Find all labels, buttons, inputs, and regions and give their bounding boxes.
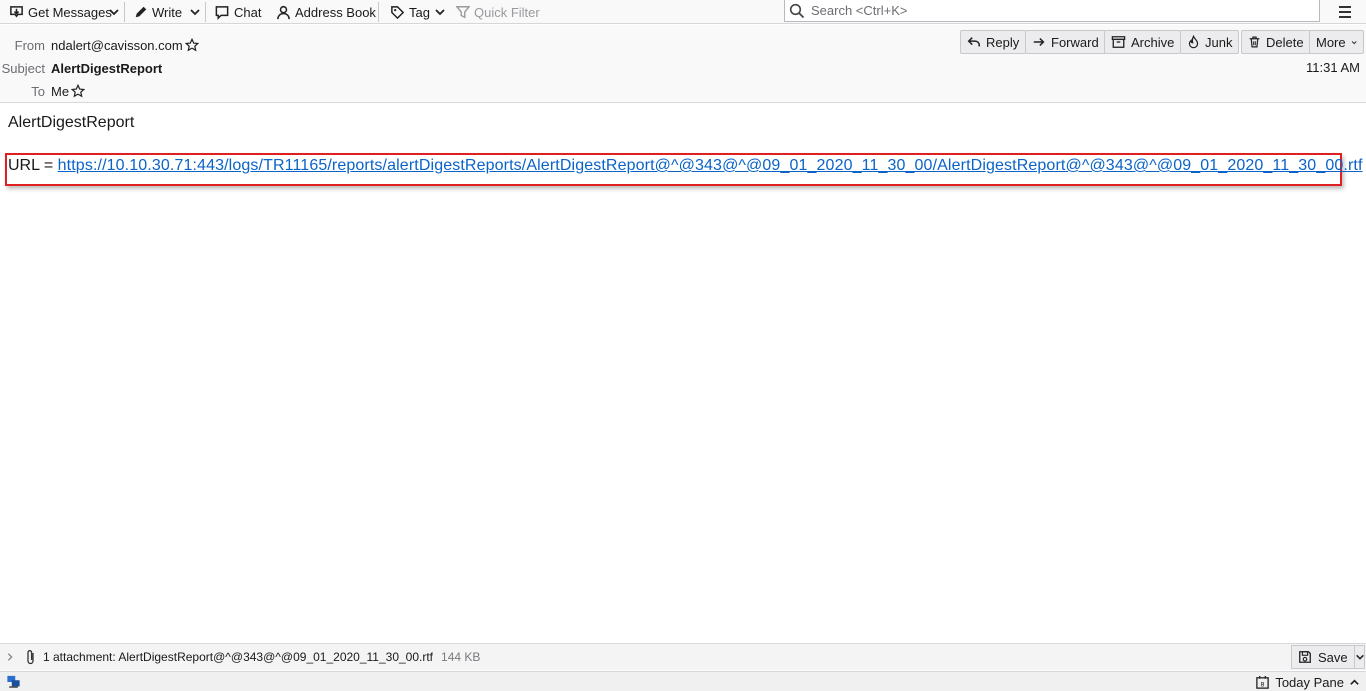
to-label: To bbox=[31, 83, 45, 99]
message-heading: AlertDigestReport bbox=[8, 114, 135, 131]
get-messages-label: Get Messages bbox=[28, 4, 112, 20]
forward-button[interactable]: Forward bbox=[1025, 30, 1106, 54]
message-header: From ndalert@cavisson.com Subject AlertD… bbox=[0, 25, 1366, 103]
attachment-size: 144 KB bbox=[441, 650, 481, 664]
chevron-down-icon bbox=[109, 9, 119, 16]
sender-address[interactable]: ndalert@cavisson.com bbox=[51, 38, 183, 53]
save-main[interactable]: Save bbox=[1292, 646, 1355, 668]
app-menu-button[interactable] bbox=[1336, 2, 1354, 22]
report-link[interactable]: https://10.10.30.71:443/logs/TR11165/rep… bbox=[58, 157, 1363, 174]
from-row: From ndalert@cavisson.com bbox=[0, 35, 199, 55]
download-icon bbox=[10, 5, 23, 17]
chevron-up-icon bbox=[1350, 678, 1359, 685]
menu-bar bbox=[1339, 6, 1351, 8]
subject-value: AlertDigestReport bbox=[51, 60, 163, 76]
archive-label: Archive bbox=[1131, 34, 1175, 50]
junk-label: Junk bbox=[1205, 34, 1233, 50]
message-body: AlertDigestReport URL = https://10.10.30… bbox=[0, 104, 1366, 642]
today-pane-toggle[interactable]: 8 Today Pane bbox=[1255, 672, 1360, 691]
url-line: URL = https://10.10.30.71:443/logs/TR111… bbox=[8, 157, 1363, 175]
forward-arrow-icon bbox=[1033, 37, 1045, 47]
subject-row: Subject AlertDigestReport bbox=[0, 58, 163, 78]
chevron-down-icon bbox=[435, 9, 445, 16]
tag-icon bbox=[391, 5, 405, 19]
save-dropdown[interactable] bbox=[1355, 646, 1365, 668]
chevron-down-icon bbox=[190, 9, 200, 16]
subject-label: Subject bbox=[1, 60, 45, 76]
menu-bar bbox=[1339, 16, 1351, 18]
write-label: Write bbox=[152, 4, 183, 20]
chat-button[interactable]: Chat bbox=[214, 0, 261, 24]
menu-bar bbox=[1339, 11, 1351, 13]
attachment-label[interactable]: 1 attachment: AlertDigestReport@^@343@^@… bbox=[43, 650, 433, 664]
chevron-down-icon bbox=[1355, 654, 1364, 660]
search-input[interactable] bbox=[811, 3, 1291, 18]
calendar-icon: 8 bbox=[1256, 675, 1270, 689]
pencil-icon bbox=[135, 6, 147, 18]
chat-bubble-icon bbox=[215, 5, 229, 20]
write-dropdown[interactable] bbox=[189, 0, 201, 24]
address-book-label: Address Book bbox=[295, 4, 376, 20]
recipient-name[interactable]: Me bbox=[51, 84, 69, 99]
toolbar-divider bbox=[205, 2, 206, 22]
quick-filter-button[interactable]: Quick Filter bbox=[456, 0, 540, 24]
delete-button[interactable]: Delete bbox=[1241, 30, 1311, 54]
toolbar-divider bbox=[124, 2, 125, 22]
star-icon[interactable] bbox=[184, 38, 199, 52]
from-label: From bbox=[14, 37, 45, 53]
chat-label: Chat bbox=[234, 4, 262, 20]
forward-label: Forward bbox=[1051, 34, 1099, 50]
save-label: Save bbox=[1318, 649, 1348, 665]
search-box[interactable] bbox=[784, 0, 1320, 22]
today-pane-label: Today Pane bbox=[1275, 674, 1344, 690]
delete-label: Delete bbox=[1266, 34, 1304, 50]
url-prefix: URL = bbox=[8, 157, 58, 174]
svg-text:8: 8 bbox=[1261, 680, 1265, 688]
status-bar: 8 Today Pane bbox=[0, 671, 1366, 691]
to-value[interactable]: Me bbox=[51, 84, 86, 99]
reply-arrow-icon bbox=[967, 37, 981, 47]
tag-button[interactable]: Tag bbox=[390, 0, 446, 24]
online-status-icon[interactable] bbox=[6, 675, 21, 689]
chevron-down-icon bbox=[1351, 40, 1357, 44]
archive-button[interactable]: Archive bbox=[1104, 30, 1182, 54]
filter-icon bbox=[456, 6, 470, 19]
attachment-bar: 1 attachment: AlertDigestReport@^@343@^@… bbox=[0, 643, 1366, 670]
get-messages-dropdown[interactable] bbox=[108, 0, 120, 24]
floppy-disk-icon bbox=[1299, 651, 1311, 663]
write-button[interactable]: Write bbox=[134, 0, 182, 24]
trash-icon bbox=[1249, 36, 1260, 48]
reply-button[interactable]: Reply bbox=[960, 30, 1027, 54]
message-time: 11:31 AM bbox=[1306, 60, 1360, 75]
chevron-right-icon[interactable] bbox=[5, 652, 15, 662]
star-icon[interactable] bbox=[71, 84, 86, 98]
junk-button[interactable]: Junk bbox=[1180, 30, 1240, 54]
flame-icon bbox=[1188, 35, 1199, 49]
address-book-button[interactable]: Address Book bbox=[276, 0, 376, 24]
paperclip-icon bbox=[27, 650, 34, 665]
tag-label: Tag bbox=[409, 4, 430, 20]
more-label: More bbox=[1316, 34, 1346, 50]
from-value[interactable]: ndalert@cavisson.com bbox=[51, 38, 199, 53]
save-attachment-button[interactable]: Save bbox=[1291, 645, 1365, 669]
reply-label: Reply bbox=[986, 34, 1020, 50]
more-button[interactable]: More bbox=[1309, 30, 1364, 54]
archive-box-icon bbox=[1111, 36, 1126, 48]
main-toolbar: Get Messages Write Chat Address Book Tag… bbox=[0, 0, 1366, 24]
quick-filter-label: Quick Filter bbox=[474, 4, 540, 20]
to-row: To Me bbox=[0, 81, 86, 101]
contact-icon bbox=[277, 5, 290, 19]
toolbar-divider bbox=[378, 2, 379, 22]
get-messages-button[interactable]: Get Messages bbox=[9, 0, 112, 24]
search-icon bbox=[789, 3, 805, 18]
